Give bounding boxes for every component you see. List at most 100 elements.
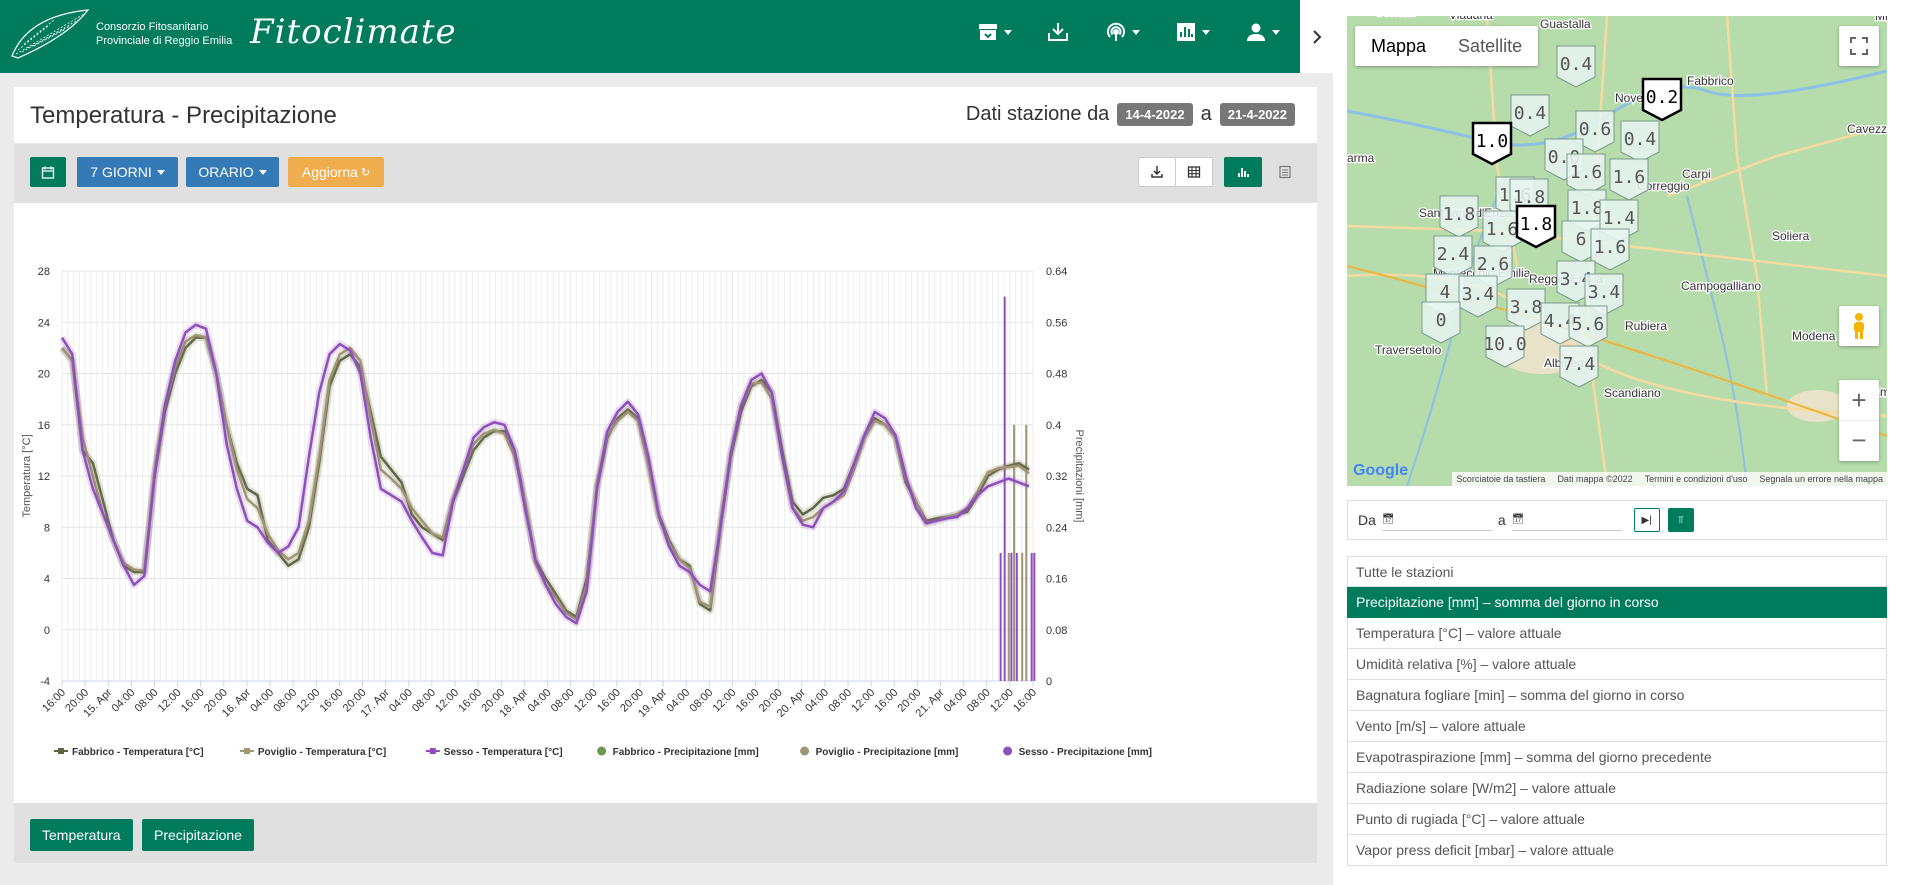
temperature-range-band [59,334,1031,621]
x-tick-label: 12:00 [849,687,877,715]
days-label: 7 GIORNI [90,164,152,180]
y2-tick-label: 0.56 [1046,317,1067,329]
precipitation-button[interactable]: Precipitazione [142,819,254,851]
download-icon [1151,166,1163,178]
from-date-input[interactable]: 📅︎ [1381,509,1492,531]
station-map[interactable]: SuzzaraPegognagaColornoViadanaGonzagaBre… [1347,16,1887,486]
y-tick-label: 12 [38,471,50,483]
pegman-icon [1854,313,1864,339]
layer-item[interactable]: Umidità relativa [%] – valore attuale [1347,649,1887,680]
legend-marker [429,748,436,754]
user-icon [1247,23,1265,41]
to-label: a [1497,512,1506,528]
marker-value: 0.6 [1579,119,1612,140]
zoom-in-button[interactable]: + [1839,381,1879,421]
y2-tick-label: 0.24 [1046,522,1067,534]
archive-menu[interactable] [976,20,1012,44]
layer-item[interactable]: Precipitazione [mm] – somma del giorno i… [1347,587,1887,618]
app-header: Consorzio Fitosanitario Provinciale di R… [0,0,1300,73]
x-tick-label: 04:00 [664,687,692,715]
marker-value: 1.0 [1476,131,1509,152]
x-tick-label: 12:00 [433,687,461,715]
layer-item[interactable]: Punto di rugiada [°C] – valore attuale [1347,804,1887,835]
google-logo: Google [1353,462,1409,479]
map-place-label: Traversetolo [1375,343,1442,357]
y-tick-label: 4 [44,574,50,586]
layer-item[interactable]: Tutte le stazioni [1347,556,1887,587]
chart-menu[interactable] [1174,20,1210,44]
days-dropdown[interactable]: 7 GIORNI [77,157,178,187]
layer-item[interactable]: Radiazione solare [W/m2] – valore attual… [1347,773,1887,804]
terms-link[interactable]: Termini e condizioni d'uso [1645,474,1748,484]
marker-value: 1.8 [1520,214,1553,235]
x-tick-label: 16:00 [40,687,68,715]
user-menu[interactable] [1244,20,1280,44]
x-tick-label: 04:00 [803,687,831,715]
chart-footer: Temperatura Precipitazione [14,803,1317,863]
x-tick-label: 16:00 [1011,687,1039,715]
marker-value: 6 [1576,229,1587,250]
hourly-dropdown[interactable]: ORARIO [186,157,279,187]
calendar-icon: 📅︎ [1511,514,1525,525]
marker-value: 0.4 [1514,103,1547,124]
marker-value: 2.6 [1477,254,1510,275]
table-view-button[interactable] [1175,157,1213,187]
marker-value: 1.8 [1571,198,1604,219]
collapse-sidebar-button[interactable] [1300,0,1333,73]
clear-filter-button[interactable]: ⫪ [1667,508,1694,532]
x-tick-label: 08:00 [826,687,854,715]
report-error-link[interactable]: Segnala un errore nella mappa [1759,474,1883,484]
layer-item[interactable]: Temperatura [°C] – valore attuale [1347,618,1887,649]
tab-map[interactable]: Mappa [1355,26,1442,66]
zoom-controls: + − [1839,380,1879,461]
y-tick-label: -4 [40,676,50,688]
calendar-button[interactable] [30,157,66,187]
legend-marker [1003,746,1013,756]
station-marker[interactable]: 1.0 [1471,121,1513,166]
download-menu[interactable] [1046,20,1070,44]
bar-chart-icon [1177,23,1195,41]
zoom-out-button[interactable]: − [1839,421,1879,461]
apply-filter-button[interactable]: ▶| [1633,508,1660,532]
x-tick-label: 08:00 [410,687,438,715]
x-tick-label: 04:00 [526,687,554,715]
temperature-button[interactable]: Temperatura [30,819,133,851]
date-range: Dati stazione da 14-4-2022 a 21-4-2022 [966,103,1295,126]
hourly-label: ORARIO [198,164,254,180]
y-tick-label: 20 [38,369,50,381]
x-tick-label: 08:00 [688,687,716,715]
station-marker[interactable]: 0.2 [1641,77,1683,122]
legend-label: Sesso - Temperatura [°C] [444,747,563,758]
broadcast-menu[interactable] [1104,20,1140,44]
layer-item[interactable]: Vapor press deficit [mbar] – valore attu… [1347,835,1887,866]
chart-view-button[interactable] [1224,157,1262,187]
street-view-button[interactable] [1839,306,1879,346]
to-date-input[interactable]: 📅︎ [1511,509,1622,531]
station-marker[interactable]: 1.8 [1515,204,1557,249]
marker-value: 10.0 [1483,334,1526,355]
y-tick-label: 24 [38,317,50,329]
report-view-button[interactable] [1268,157,1302,187]
precipitation-bar [999,552,1002,681]
chevron-down-icon [258,169,267,175]
x-tick-label: 04:00 [387,687,415,715]
refresh-label: Aggiorna [301,164,358,180]
date-prefix: Dati stazione da [965,103,1110,125]
org-line-1: Consorzio Fitosanitario [96,21,209,33]
x-tick-label: 16:00 [872,687,900,715]
marker-value: 5.6 [1572,314,1605,335]
chart-svg: 28 24 20 16 12 8 4 0 -4 0.64 0.56 0.48 0.4 0.32 0.24 0.… [21,266,1152,758]
tab-satellite[interactable]: Satellite [1442,26,1538,66]
marker-value: 1.6 [1594,237,1627,258]
map-canvas[interactable]: SuzzaraPegognagaColornoViadanaGonzagaBre… [1347,16,1887,486]
refresh-button[interactable]: Aggiorna ↻ [288,157,384,187]
download-data-button[interactable] [1138,157,1176,187]
filter-clear-icon: ⫪ [1677,514,1684,526]
layer-item[interactable]: Bagnatura fogliare [min] – somma del gio… [1347,680,1887,711]
date-filter: Da 📅︎ a 📅︎ ▶| ⫪ [1347,500,1887,540]
keyboard-shortcuts-link[interactable]: Scorciatoie da tastiera [1456,474,1545,484]
layer-item[interactable]: Vento [m/s] – valore attuale [1347,711,1887,742]
y2-tick-label: 0.4 [1046,420,1061,432]
layer-item[interactable]: Evapotraspirazione [mm] – somma del gior… [1347,742,1887,773]
fullscreen-button[interactable] [1839,26,1879,66]
